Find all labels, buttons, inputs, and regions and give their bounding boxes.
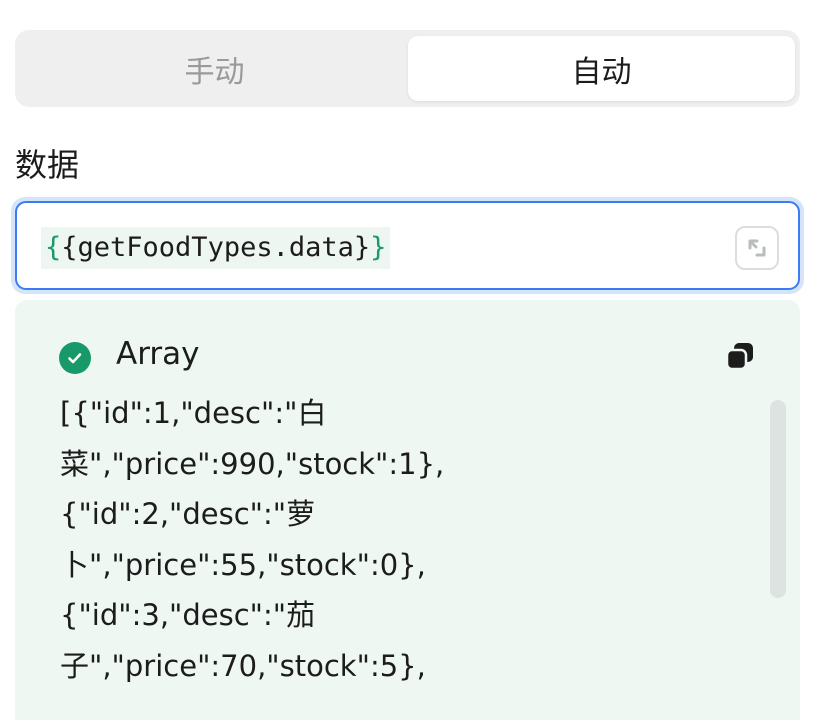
scrollbar[interactable] [770,400,786,598]
open-brace: { [45,232,62,263]
tab-manual[interactable]: 手动 [21,36,408,101]
tab-auto[interactable]: 自动 [408,36,795,101]
mode-toggle: 手动 自动 [15,30,800,107]
copy-icon[interactable] [724,340,756,372]
evaluated-value-panel: Array [{"id":1,"desc":"白菜","price":990,"… [15,300,800,720]
json-line: 卜","price":55,"stock":0}, [60,547,426,582]
close-brace: } [370,232,387,263]
code-value: {{getFoodTypes.data}} [41,227,391,269]
value-type: Array [116,336,200,372]
field-label: 数据 [15,146,80,184]
json-line: [{"id":1,"desc":"白 [60,396,327,430]
json-line: 菜","price":990,"stock":1}, [60,446,445,481]
expand-button[interactable] [735,226,779,270]
json-value: [{"id":1,"desc":"白菜","price":990,"stock"… [60,388,444,691]
json-line: {"id":2,"desc":"萝 [60,497,316,531]
json-line: 子","price":70,"stock":5}, [60,648,426,683]
data-input[interactable]: {{getFoodTypes.data}} [15,201,800,290]
json-line: {"id":3,"desc":"茄 [60,598,316,632]
check-circle-icon [59,342,91,374]
expand-icon [748,239,766,257]
expression: {getFoodTypes.data} [61,232,371,263]
